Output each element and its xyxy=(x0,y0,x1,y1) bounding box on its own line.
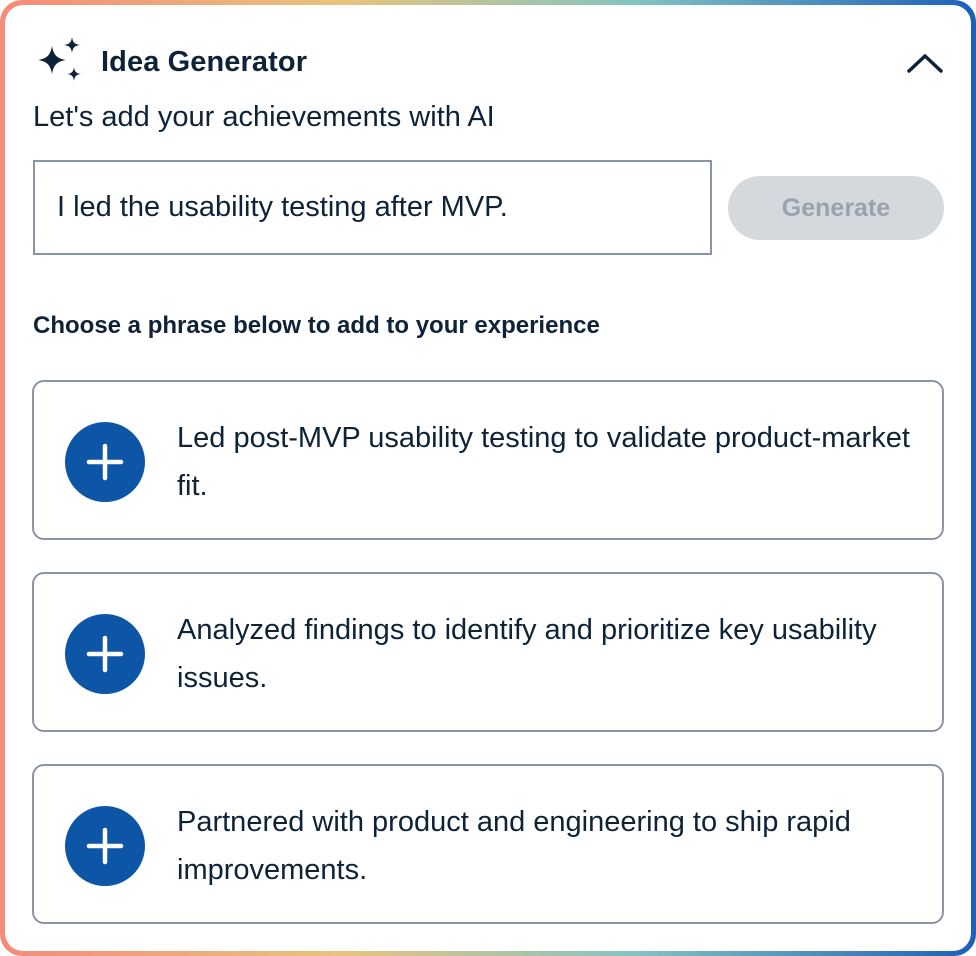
idea-generator-panel: Idea Generator Let's add your achievemen… xyxy=(5,5,971,951)
achievement-input[interactable]: I led the usability testing after MVP. xyxy=(33,160,712,255)
add-phrase-button[interactable] xyxy=(65,806,145,886)
suggestion-text: Partnered with product and engineering t… xyxy=(177,806,851,886)
section-label: Choose a phrase below to add to your exp… xyxy=(33,312,600,339)
suggestion-card[interactable]: Led post-MVP usability testing to valida… xyxy=(32,380,944,540)
plus-icon xyxy=(86,443,124,481)
suggestion-card[interactable]: Partnered with product and engineering t… xyxy=(32,764,944,924)
add-phrase-button[interactable] xyxy=(65,614,145,694)
panel-header: Idea Generator xyxy=(35,35,945,89)
achievement-input-value: I led the usability testing after MVP. xyxy=(57,191,508,223)
generate-button[interactable]: Generate xyxy=(728,176,944,240)
sparkles-icon xyxy=(38,37,81,81)
add-phrase-button[interactable] xyxy=(65,422,145,502)
suggestion-text: Analyzed findings to identify and priori… xyxy=(177,614,877,694)
plus-icon xyxy=(86,635,124,673)
plus-icon xyxy=(86,827,124,865)
suggestion-card[interactable]: Analyzed findings to identify and priori… xyxy=(32,572,944,732)
collapse-button[interactable] xyxy=(905,43,945,83)
panel-title: Idea Generator xyxy=(101,45,308,78)
panel-subtitle: Let's add your achievements with AI xyxy=(33,101,495,133)
suggestion-text: Led post-MVP usability testing to valida… xyxy=(177,422,910,502)
chevron-up-icon xyxy=(907,54,943,73)
